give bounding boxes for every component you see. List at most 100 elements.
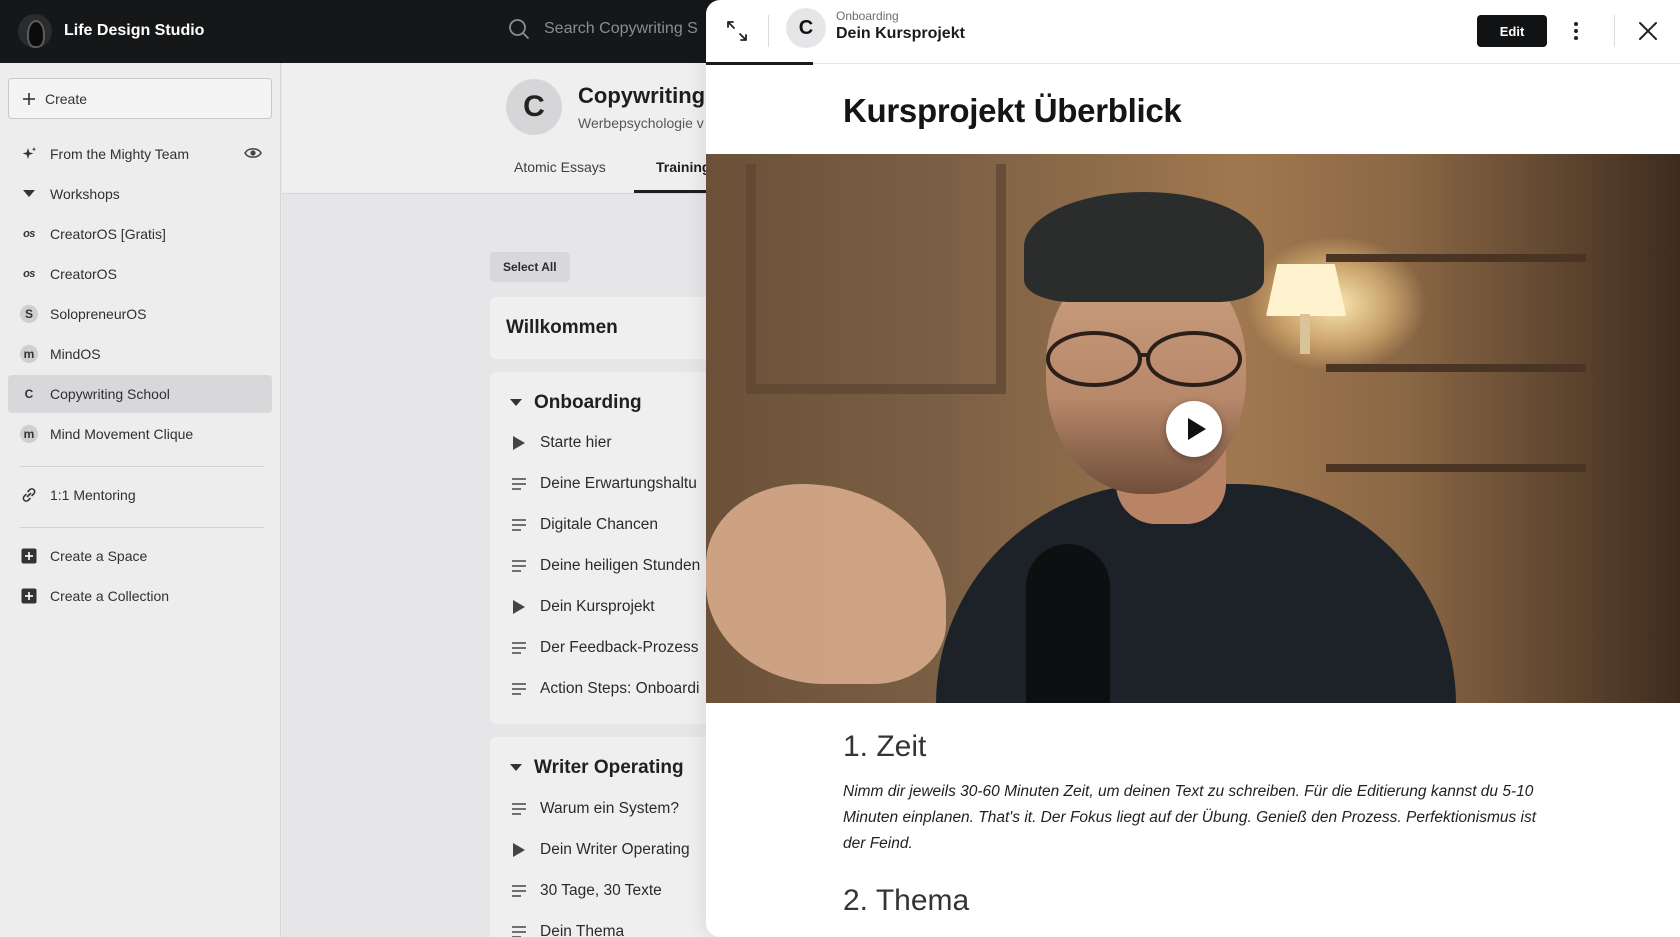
body-paragraph: Nimm dir jeweils 30-60 Minuten Zeit, um … [843, 783, 1537, 852]
lesson-item[interactable]: Warum ein System? [510, 800, 679, 818]
brand-logo [18, 14, 52, 48]
tab-training[interactable]: Training [656, 159, 710, 175]
lesson-label: 30 Tage, 30 Texte [540, 882, 662, 899]
post-drawer: C Onboarding Dein Kursprojekt Edit Kursp… [706, 0, 1680, 937]
lesson-item[interactable]: 30 Tage, 30 Texte [510, 882, 662, 900]
search-input[interactable]: Search Copywriting S [544, 20, 698, 38]
sidebar-item-label: CreatorOS [Gratis] [50, 226, 166, 242]
video-player[interactable] [706, 154, 1680, 703]
lesson-item[interactable]: Digitale Chancen [510, 516, 658, 534]
active-tab-indicator [706, 62, 813, 65]
drawer-header: C Onboarding Dein Kursprojekt Edit [706, 0, 1680, 65]
sidebar-item-label: Create a Space [50, 548, 148, 564]
sidebar: Create From the Mighty Team Workshops os… [0, 63, 281, 937]
space-avatar-icon: S [20, 305, 38, 323]
drawer-title: Dein Kursprojekt [836, 25, 965, 42]
lesson-label: Dein Kursprojekt [540, 598, 655, 615]
lesson-item[interactable]: Deine heiligen Stunden [510, 557, 700, 575]
sidebar-item-label: Mind Movement Clique [50, 426, 194, 442]
lesson-item[interactable]: Der Feedback-Prozess [510, 639, 699, 657]
lesson-item[interactable]: Deine Erwartungshaltu [510, 475, 697, 493]
video-thumbnail-hand [706, 484, 946, 684]
caret-down-icon [510, 764, 522, 771]
lesson-label: Deine Erwartungshaltu [540, 475, 697, 492]
create-button[interactable]: Create [8, 78, 272, 119]
space-avatar: C [786, 8, 826, 48]
section-title: Onboarding [534, 392, 642, 413]
lesson-item[interactable]: Dein Thema [510, 923, 624, 937]
space-avatar: C [506, 79, 562, 135]
header-divider [768, 15, 769, 47]
sidebar-item-creatoros[interactable]: os CreatorOS [8, 255, 272, 293]
welcome-card[interactable]: Willkommen [490, 297, 730, 359]
lesson-label: Starte hier [540, 434, 612, 451]
space-title: Copywriting [578, 83, 706, 108]
space-avatar-icon: m [20, 425, 38, 443]
sparkle-icon [20, 145, 38, 163]
space-avatar-icon: C [24, 387, 34, 401]
lesson-item[interactable]: Action Steps: Onboardi [510, 680, 699, 698]
search-icon [509, 19, 529, 39]
create-button-label: Create [45, 90, 88, 107]
caret-down-icon [510, 399, 522, 406]
eye-icon[interactable] [244, 146, 262, 163]
sidebar-item-mighty-team[interactable]: From the Mighty Team [8, 135, 272, 173]
sidebar-item-workshops[interactable]: Workshops [8, 175, 272, 213]
play-icon [510, 600, 528, 614]
text-lines-icon [510, 803, 528, 815]
space-avatar-icon: m [20, 345, 38, 363]
select-all-button[interactable]: Select All [490, 252, 570, 282]
lesson-item[interactable]: Dein Writer Operating [510, 841, 690, 859]
close-button[interactable] [1636, 19, 1660, 43]
sidebar-item-mentoring[interactable]: 1:1 Mentoring [8, 476, 272, 514]
play-icon [510, 436, 528, 450]
section-header[interactable]: Writer Operating [510, 757, 684, 779]
sidebar-item-label: Create a Collection [50, 588, 170, 604]
play-icon [510, 843, 528, 857]
video-thumbnail-microphone [1026, 544, 1110, 703]
sidebar-item-solopreneuros[interactable]: S SolopreneurOS [8, 295, 272, 333]
brand-name: Life Design Studio [64, 22, 205, 39]
header-divider [1614, 15, 1615, 47]
sidebar-item-create-collection[interactable]: Create a Collection [8, 577, 272, 615]
sidebar-divider [20, 466, 264, 467]
text-lines-icon [510, 560, 528, 572]
lesson-label: Dein Thema [540, 923, 625, 937]
lesson-item[interactable]: Starte hier [510, 434, 612, 452]
play-button[interactable] [1166, 401, 1222, 457]
video-thumbnail-cap [1024, 192, 1264, 302]
os-icon: os [23, 268, 35, 280]
video-thumbnail-shelf [1326, 254, 1586, 262]
sidebar-item-label: MindOS [50, 346, 101, 362]
sidebar-item-mind-movement-clique[interactable]: m Mind Movement Clique [8, 415, 272, 453]
text-lines-icon [510, 683, 528, 695]
search-bar[interactable]: Search Copywriting S [508, 18, 698, 40]
plus-square-icon [20, 547, 38, 565]
brand[interactable]: Life Design Studio [18, 14, 204, 48]
lesson-label: Digitale Chancen [540, 516, 659, 533]
sidebar-item-label: SolopreneurOS [50, 306, 147, 322]
expand-button[interactable] [724, 18, 750, 44]
sidebar-item-label: CreatorOS [50, 266, 117, 282]
sidebar-item-mindos[interactable]: m MindOS [8, 335, 272, 373]
link-icon [20, 486, 38, 504]
more-options-icon[interactable] [1566, 16, 1586, 46]
space-subtitle: Werbepsychologie v [578, 115, 704, 131]
sidebar-item-creatoros-gratis[interactable]: os CreatorOS [Gratis] [8, 215, 272, 253]
breadcrumb[interactable]: Onboarding [836, 9, 899, 23]
section-title: Writer Operating [534, 757, 684, 778]
text-lines-icon [510, 926, 528, 937]
os-icon: os [23, 228, 35, 240]
video-thumbnail-frame [746, 164, 1006, 394]
section-onboarding: Onboarding Starte hier Deine Erwartungsh… [490, 372, 730, 724]
sidebar-item-label: From the Mighty Team [50, 146, 190, 162]
lesson-label: Deine heiligen Stunden [540, 557, 701, 574]
lesson-item[interactable]: Dein Kursprojekt [510, 598, 655, 616]
video-thumbnail-lamp [1266, 264, 1346, 316]
active-tab-indicator [634, 190, 714, 193]
section-header[interactable]: Onboarding [510, 392, 642, 414]
sidebar-item-create-space[interactable]: Create a Space [8, 537, 272, 575]
tab-atomic-essays[interactable]: Atomic Essays [514, 159, 606, 175]
sidebar-item-copywriting-school[interactable]: C Copywriting School [8, 375, 272, 413]
edit-button[interactable]: Edit [1477, 15, 1547, 47]
